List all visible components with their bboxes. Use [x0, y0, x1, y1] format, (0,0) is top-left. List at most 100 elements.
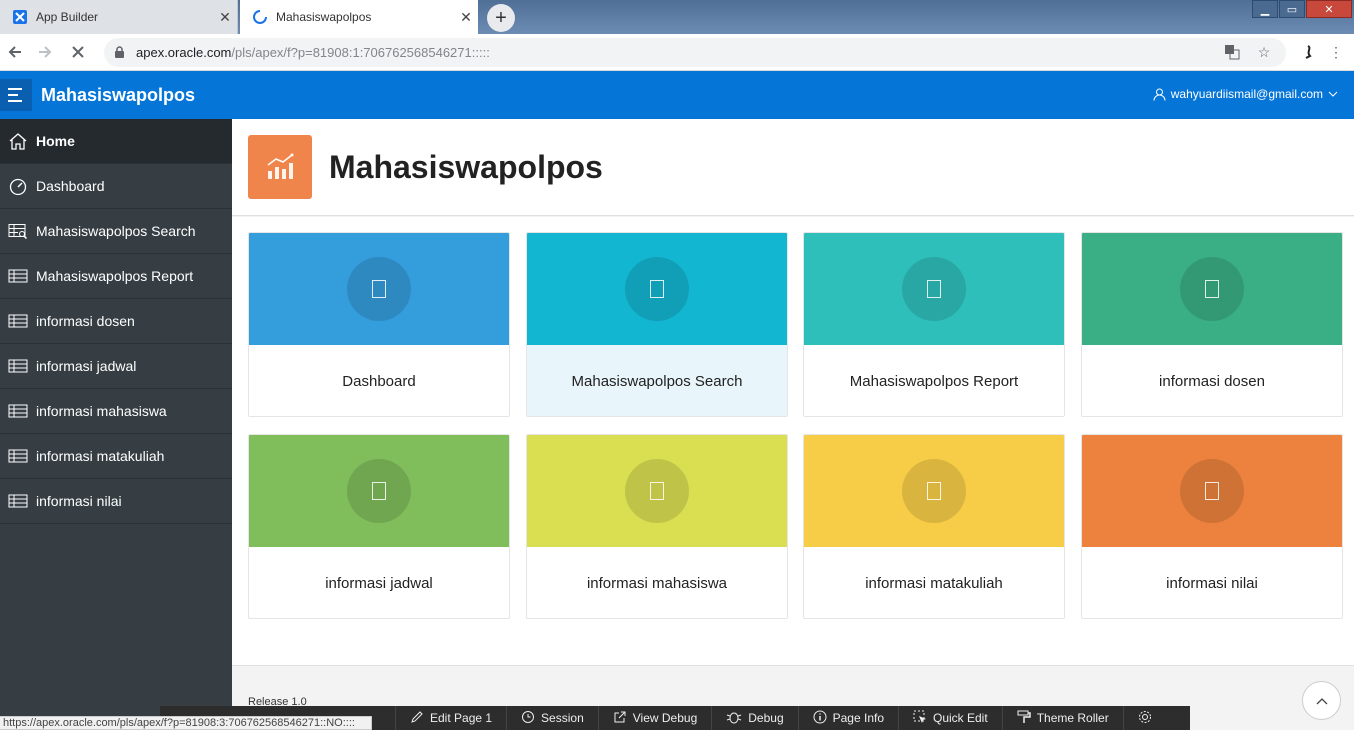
card-icon [1180, 257, 1244, 321]
browser-toolbar: apex.oracle.com /pls/apex/f?p=81908:1:70… [0, 34, 1354, 71]
theme-roller-button[interactable]: Theme Roller [1003, 706, 1124, 730]
maximize-window-button[interactable]: ▭ [1279, 0, 1305, 18]
external-link-icon [613, 710, 627, 727]
cards-region: Dashboard Mahasiswapolpos Search Mahasis… [232, 217, 1354, 665]
browser-menu-icon[interactable]: ⋮ [1326, 42, 1346, 62]
page-info-button[interactable]: Page Info [799, 706, 899, 730]
extension-icon[interactable] [1298, 42, 1318, 62]
translate-icon[interactable] [1222, 42, 1242, 62]
dev-item-label: Quick Edit [933, 711, 988, 725]
browser-tabstrip: App Builder ✕ Mahasiswapolpos ✕ + ▁ ▭ ✕ [0, 0, 1354, 34]
card-informasi-mahasiswa[interactable]: informasi mahasiswa [526, 434, 788, 619]
bookmark-star-icon[interactable]: ☆ [1254, 42, 1274, 62]
close-tab-icon[interactable]: ✕ [213, 9, 237, 26]
user-email: wahyuardiismail@gmail.com [1170, 87, 1323, 101]
minimize-window-button[interactable]: ▁ [1252, 0, 1278, 18]
scroll-to-top-button[interactable] [1302, 681, 1341, 720]
card-mahasiswapolpos-report[interactable]: Mahasiswapolpos Report [803, 232, 1065, 417]
card-informasi-dosen[interactable]: informasi dosen [1081, 232, 1343, 417]
sidebar-item-informasi-nilai[interactable]: informasi nilai [0, 479, 232, 524]
sidebar-item-label: Home [36, 133, 75, 149]
sidebar-item-informasi-dosen[interactable]: informasi dosen [0, 299, 232, 344]
card-title: Mahasiswapolpos Search [527, 345, 787, 416]
card-icon [625, 459, 689, 523]
card-informasi-nilai[interactable]: informasi nilai [1081, 434, 1343, 619]
chevron-down-icon [1328, 91, 1338, 97]
address-bar[interactable]: apex.oracle.com /pls/apex/f?p=81908:1:70… [104, 38, 1286, 67]
dev-item-label: Edit Page 1 [430, 711, 493, 725]
card-icon [1180, 459, 1244, 523]
settings-button[interactable] [1124, 706, 1166, 730]
sidebar-item-informasi-matakuliah[interactable]: informasi matakuliah [0, 434, 232, 479]
sidebar-item-mahasiswapolpos-report[interactable]: Mahasiswapolpos Report [0, 254, 232, 299]
url-path: /pls/apex/f?p=81908:1:706762568546271:::… [231, 45, 490, 60]
card-banner [804, 435, 1064, 547]
debug-button[interactable]: Debug [712, 706, 799, 730]
card-banner [1082, 435, 1342, 547]
view-debug-button[interactable]: View Debug [599, 706, 713, 730]
card-title: informasi dosen [1159, 373, 1265, 390]
browser-status-url: https://apex.oracle.com/pls/apex/f?p=819… [0, 716, 372, 730]
sidebar-item-informasi-jadwal[interactable]: informasi jadwal [0, 344, 232, 389]
sidebar-item-dashboard[interactable]: Dashboard [0, 164, 232, 209]
sidebar-item-mahasiswapolpos-search[interactable]: Mahasiswapolpos Search [0, 209, 232, 254]
dashboard-icon [0, 177, 36, 195]
card-title: informasi matakuliah [865, 575, 1003, 592]
card-title: informasi jadwal [325, 575, 433, 592]
table-icon [0, 359, 36, 373]
close-tab-icon[interactable]: ✕ [454, 9, 478, 26]
forward-arrow-icon [39, 46, 52, 58]
paint-roller-icon [1017, 710, 1031, 727]
browser-tab-app-builder[interactable]: App Builder ✕ [0, 0, 238, 34]
edit-icon [410, 710, 424, 727]
stop-loading-button[interactable] [66, 40, 90, 64]
card-banner [527, 233, 787, 345]
table-icon [0, 449, 36, 463]
card-informasi-jadwal[interactable]: informasi jadwal [248, 434, 510, 619]
browser-tab-mahasiswapolpos[interactable]: Mahasiswapolpos ✕ [240, 0, 478, 34]
edit-page-button[interactable]: Edit Page 1 [396, 706, 508, 730]
forward-button[interactable] [33, 40, 57, 64]
sidebar-item-informasi-mahasiswa[interactable]: informasi mahasiswa [0, 389, 232, 434]
dev-item-label: Debug [748, 711, 784, 725]
session-button[interactable]: Session [507, 706, 599, 730]
sidebar-item-label: informasi nilai [36, 493, 122, 509]
card-icon [625, 257, 689, 321]
tab-title: App Builder [36, 10, 99, 24]
sidebar-item-label: informasi mahasiswa [36, 403, 167, 419]
sidebar-item-label: informasi matakuliah [36, 448, 165, 464]
card-dashboard[interactable]: Dashboard [248, 232, 510, 417]
app-title[interactable]: Mahasiswapolpos [41, 85, 195, 106]
gear-icon [1138, 710, 1152, 727]
sidebar-item-home[interactable]: Home [0, 119, 232, 164]
dev-item-label: View Debug [632, 711, 698, 725]
dev-item-label: Session [541, 711, 584, 725]
loading-spinner-icon [252, 9, 268, 25]
new-tab-button[interactable]: + [487, 4, 515, 32]
sidebar-item-label: Mahasiswapolpos Report [36, 268, 194, 284]
quick-edit-button[interactable]: Quick Edit [899, 706, 1003, 730]
card-banner [249, 233, 509, 345]
card-banner [249, 435, 509, 547]
card-icon [347, 459, 411, 523]
page-title: Mahasiswapolpos [329, 149, 603, 185]
close-window-button[interactable]: ✕ [1306, 0, 1352, 18]
chevron-up-icon [1316, 697, 1327, 704]
apex-icon [12, 9, 28, 25]
dev-item-label: Page Info [832, 711, 884, 725]
stop-icon [72, 46, 84, 58]
card-informasi-matakuliah[interactable]: informasi matakuliah [803, 434, 1065, 619]
info-icon [813, 710, 827, 727]
nav-toggle-button[interactable] [0, 79, 32, 111]
chart-icon [248, 135, 312, 199]
card-mahasiswapolpos-search[interactable]: Mahasiswapolpos Search [526, 232, 788, 417]
app-header: Mahasiswapolpos wahyuardiismail@gmail.co… [0, 71, 1354, 119]
user-menu[interactable]: wahyuardiismail@gmail.com [1153, 87, 1338, 101]
card-title: informasi mahasiswa [586, 575, 728, 592]
tab-title: Mahasiswapolpos [276, 10, 372, 24]
back-button[interactable] [3, 40, 27, 64]
back-arrow-icon [8, 46, 21, 58]
page-hero: Mahasiswapolpos [232, 119, 1354, 216]
card-icon [347, 257, 411, 321]
table-icon [0, 269, 36, 283]
